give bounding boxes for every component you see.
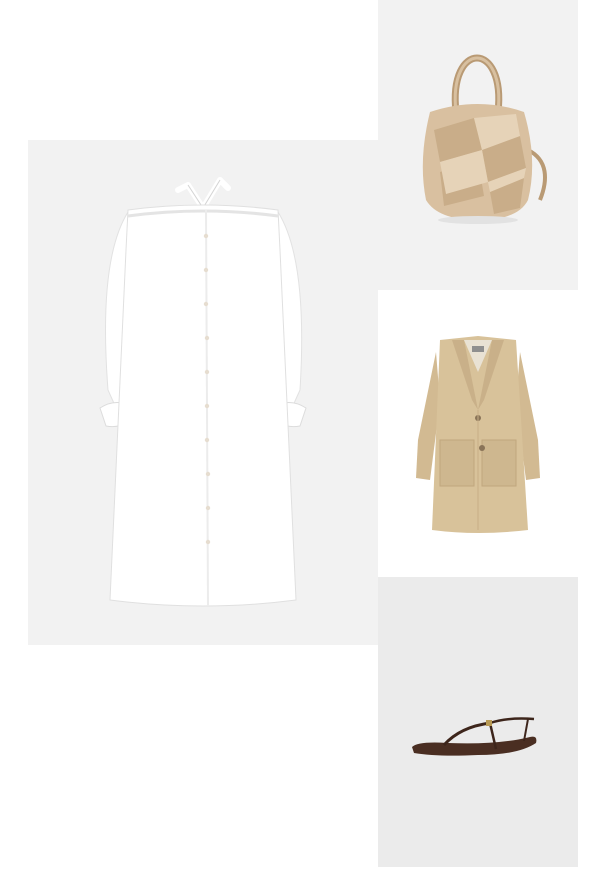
bag-image — [422, 54, 547, 224]
coat-tile[interactable] — [378, 290, 578, 577]
bag-tile[interactable] — [378, 0, 578, 290]
dress-image — [99, 177, 307, 607]
sandal-image — [412, 717, 537, 756]
coat-image — [416, 336, 540, 533]
dress-tile[interactable] — [28, 140, 378, 645]
sandal-tile[interactable] — [378, 577, 578, 867]
